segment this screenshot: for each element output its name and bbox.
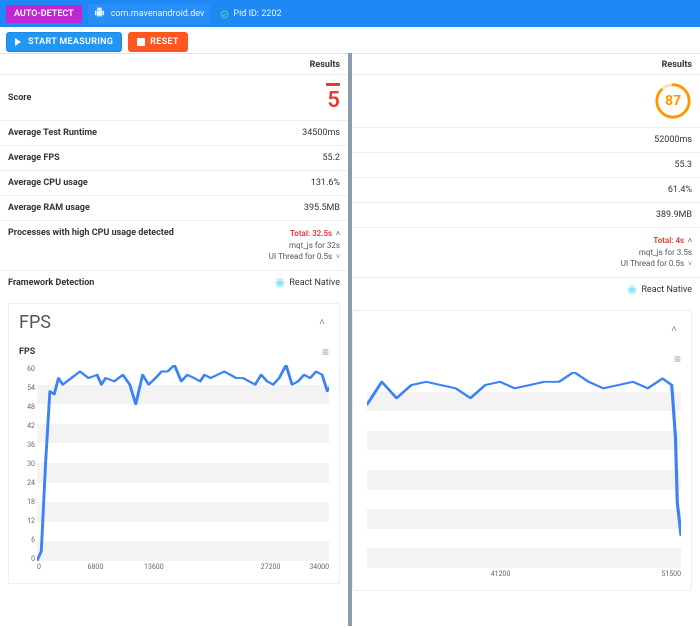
chevron-down-icon: ˅ [332, 253, 340, 261]
react-icon [627, 285, 637, 295]
score-value: 87 [654, 82, 692, 120]
results-heading: Results [352, 54, 700, 74]
fps-card: FPS ˄ FPS ≡ 60544842363024181260 0680013… [8, 303, 340, 584]
high-cpu-detail[interactable]: Total: 32.5s ˄ mqt_js for 32s UI Thread … [269, 228, 340, 263]
framework-value: React Native [275, 278, 340, 288]
row-avg-runtime: Average Test Runtime 34500ms [0, 120, 348, 145]
fps-card-title: FPS [19, 312, 51, 333]
hamburger-menu-icon[interactable]: ≡ [674, 352, 681, 366]
fps-chart-left[interactable]: 60544842363024181260 0680013600272003400… [37, 365, 329, 575]
row-high-cpu: Processes with high CPU usage detected T… [0, 220, 348, 270]
score-value: 5 [326, 82, 340, 113]
fps-axis-label: FPS [19, 347, 35, 357]
start-measuring-label: START MEASURING [28, 37, 113, 47]
toolbar: START MEASURING RESET [0, 27, 700, 53]
fps-card: FPS ˄ FPS ≡ 4120051500 [352, 310, 692, 591]
row-score: Score 87 [352, 74, 700, 127]
package-selector[interactable]: com.mavenandroid.dev [88, 4, 211, 24]
start-measuring-button[interactable]: START MEASURING [6, 32, 122, 52]
right-panel: Results Score 87 Average Test Runtime520… [352, 53, 700, 626]
avg-cpu-value: 131.6% [311, 178, 340, 188]
fps-chart-right[interactable]: 4120051500 [367, 372, 681, 582]
android-icon [94, 7, 105, 21]
avg-fps-value: 55.2 [322, 153, 340, 163]
score-gauge-low-icon [326, 82, 340, 86]
row-avg-ram: Average RAM usage 395.5MB [0, 195, 348, 220]
stop-icon [137, 38, 145, 46]
high-cpu-detail[interactable]: Total: 4s ˄ mqt_js for 3.5s UI Thread fo… [621, 235, 692, 270]
row-avg-fps: Average FPS 55.2 [0, 145, 348, 170]
topbar: AUTO-DETECT com.mavenandroid.dev Pid ID:… [0, 0, 700, 27]
row-framework: Framework Detection React Native [0, 270, 348, 295]
pid-label: Pid ID: 2202 [233, 9, 281, 19]
score-gauge: 87 [654, 82, 692, 120]
compare-split: Results Score 5 Average Test Runtime 345… [0, 53, 700, 626]
results-heading: Results [0, 54, 348, 74]
play-icon [15, 38, 23, 46]
check-circle-icon [220, 4, 229, 23]
autodetect-button[interactable]: AUTO-DETECT [6, 5, 82, 23]
collapse-toggle[interactable]: ˄ [315, 317, 329, 328]
reset-button[interactable]: RESET [128, 32, 187, 52]
row-avg-cpu: Average CPU usage 131.6% [0, 170, 348, 195]
reset-label: RESET [150, 37, 178, 47]
avg-runtime-value: 34500ms [302, 128, 340, 138]
chevron-up-icon: ˄ [332, 230, 340, 238]
package-name: com.mavenandroid.dev [111, 9, 205, 19]
score-label: Score [8, 93, 31, 103]
hamburger-menu-icon[interactable]: ≡ [322, 345, 329, 359]
row-score: Score 5 [0, 74, 348, 120]
react-icon [275, 278, 285, 288]
avg-ram-value: 395.5MB [304, 203, 340, 213]
collapse-toggle[interactable]: ˄ [667, 324, 681, 335]
left-panel: Results Score 5 Average Test Runtime 345… [0, 53, 348, 626]
pid-status: Pid ID: 2202 [216, 4, 281, 23]
